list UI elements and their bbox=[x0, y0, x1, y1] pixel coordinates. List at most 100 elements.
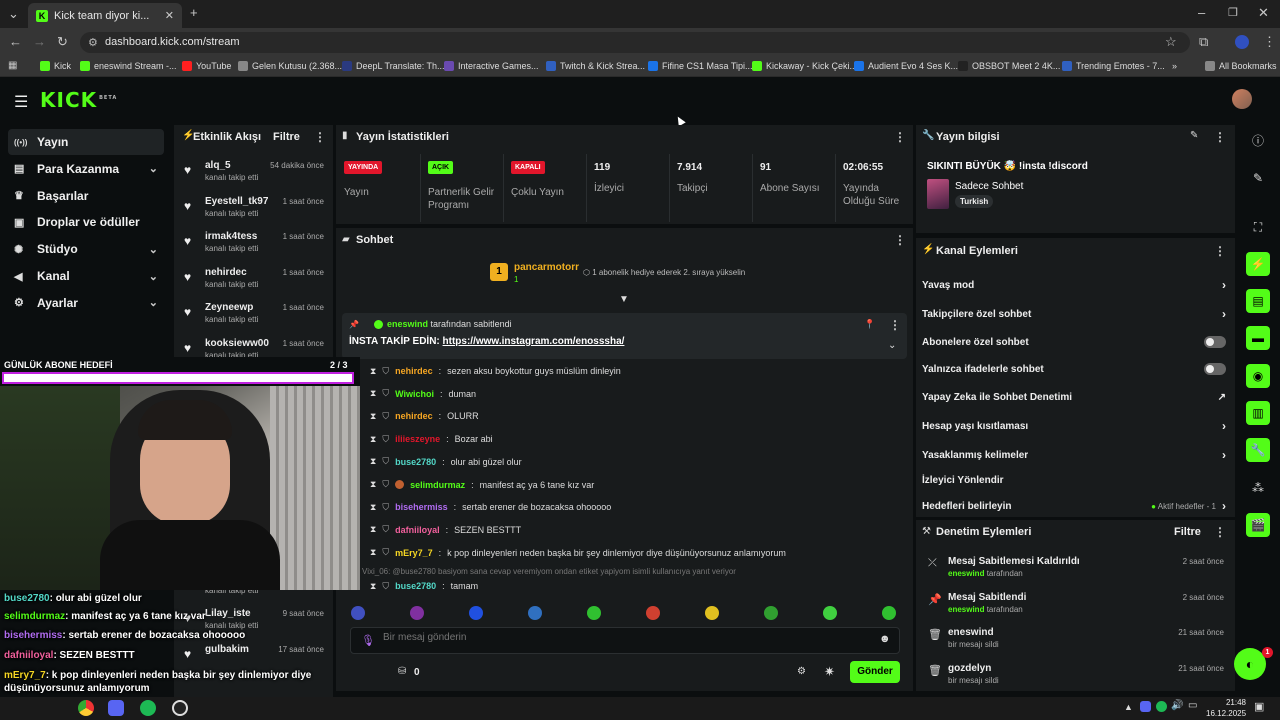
minimize-icon[interactable]: – bbox=[1198, 6, 1205, 20]
channel-action-item[interactable]: İzleyici Yönlendir bbox=[922, 469, 1228, 491]
timeout-icon[interactable]: ⧗ bbox=[370, 388, 376, 399]
chat-input[interactable]: 🎙 ☻ bbox=[350, 627, 900, 654]
volume-icon[interactable]: 🔊 bbox=[1171, 700, 1183, 711]
activity-user[interactable]: Zeyneewp bbox=[205, 302, 253, 313]
restore-icon[interactable]: ❐ bbox=[1228, 6, 1238, 20]
notification-center-icon[interactable]: ▣ bbox=[1254, 700, 1264, 713]
chat-username[interactable]: bisehermiss bbox=[395, 502, 448, 512]
chat-message[interactable]: ⧗ ⛉ iliieszeyne: Bozar abi bbox=[370, 430, 493, 448]
chat-username[interactable]: iliieszeyne bbox=[395, 434, 440, 444]
timeout-icon[interactable]: ⧗ bbox=[370, 479, 376, 490]
spotify-taskbar-icon[interactable] bbox=[140, 700, 156, 716]
more-bookmarks-icon[interactable]: » bbox=[1172, 58, 1177, 74]
external-link-icon[interactable]: ↗ bbox=[1218, 392, 1226, 403]
forward-icon[interactable]: → bbox=[33, 35, 46, 49]
chat-username[interactable]: selimdurmaz bbox=[410, 480, 465, 490]
mod-shield-icon[interactable]: ⛉ bbox=[382, 479, 389, 490]
moderation-item[interactable]: 🗑 gozdelyn bir mesajı sildi 21 saat önce bbox=[922, 663, 1228, 697]
chat-message[interactable]: ⧗ ⛉ nehirdec: OLURR bbox=[370, 407, 479, 425]
chat-username[interactable]: nehirdec bbox=[395, 366, 433, 376]
address-input[interactable]: ⚙ dashboard.kick.com/stream bbox=[80, 32, 1190, 53]
toggle-switch[interactable] bbox=[1204, 363, 1226, 375]
chat-username[interactable]: nehirdec bbox=[395, 411, 433, 421]
activity-user[interactable]: alq_5 bbox=[205, 160, 231, 171]
moderator-name[interactable]: eneswind bbox=[948, 569, 984, 578]
mod-shield-icon[interactable]: ⛉ bbox=[382, 502, 389, 513]
timeout-icon[interactable]: ⧗ bbox=[370, 366, 376, 377]
expand-pinned-icon[interactable]: ⌄ bbox=[888, 340, 896, 351]
extensions-icon[interactable]: ⧉ bbox=[1199, 35, 1208, 49]
chat-message[interactable]: ⧗ ⛉ Wiwichoi: duman bbox=[370, 385, 476, 403]
activity-user[interactable]: irmak4tess bbox=[205, 231, 257, 242]
activity-user[interactable]: gulbakim bbox=[205, 644, 249, 655]
channel-action-item[interactable]: Takipçilere özel sohbet › bbox=[922, 303, 1228, 325]
chat-username[interactable]: buse2780 bbox=[395, 457, 436, 467]
bookmark-item[interactable]: DeepL Translate: Th... bbox=[342, 58, 445, 74]
timeout-icon[interactable]: ⧗ bbox=[370, 434, 376, 445]
browser-tab[interactable]: K Kick team diyor ki... ✕ bbox=[28, 3, 182, 28]
discord-taskbar-icon[interactable] bbox=[108, 700, 124, 716]
mod-shield-icon[interactable]: ⛉ bbox=[382, 581, 389, 592]
stream-category[interactable]: Sadece Sohbet bbox=[955, 181, 1023, 192]
timeout-icon[interactable]: ⧗ bbox=[370, 547, 376, 558]
activity-item[interactable]: ♥ irmak4tess kanalı takip etti 1 saat önce bbox=[180, 231, 330, 267]
bookmark-item[interactable]: Trending Emotes - 7... bbox=[1062, 58, 1165, 74]
channel-action-item[interactable]: Yalnızca ifadelerle sohbet bbox=[922, 358, 1228, 380]
obs-taskbar-icon[interactable] bbox=[172, 700, 188, 716]
stats-more-icon[interactable]: ⋮ bbox=[894, 130, 906, 144]
chat-message[interactable]: ⧗ ⛉ dafniiloyal: SEZEN BESTTT bbox=[370, 521, 521, 539]
user-avatar[interactable] bbox=[1232, 89, 1252, 109]
tray-discord-icon[interactable] bbox=[1140, 701, 1151, 712]
tab-close-icon[interactable]: ✕ bbox=[165, 9, 174, 22]
unpin-button-icon[interactable]: 📍 bbox=[864, 319, 875, 330]
channel-action-item[interactable]: Yasaklanmış kelimeler › bbox=[922, 444, 1228, 466]
emote-icon[interactable] bbox=[823, 606, 837, 620]
notes-icon[interactable]: ▤ bbox=[1246, 289, 1270, 313]
bookmark-item[interactable]: YouTube bbox=[182, 58, 231, 74]
mod-shield-icon[interactable]: ⛉ bbox=[382, 411, 389, 422]
sidebar-item-1[interactable]: ▤ Para Kazanma ⌄ bbox=[8, 156, 164, 182]
emote-icon[interactable] bbox=[469, 606, 483, 620]
moderation-item[interactable]: 📌 Mesaj Sabitlendi eneswind tarafından 2 sa… bbox=[922, 592, 1228, 626]
channel-action-item[interactable]: Hedefleri belirleyin ● Aktif hedefler - 1… bbox=[922, 495, 1228, 517]
sidebar-item-3[interactable]: ▣ Droplar ve ödüller bbox=[8, 209, 164, 235]
new-tab-icon[interactable]: + bbox=[190, 6, 198, 20]
bookmark-item[interactable]: Interactive Games... bbox=[444, 58, 539, 74]
moderator-name[interactable]: eneswind bbox=[948, 605, 984, 614]
timeout-icon[interactable]: ⧗ bbox=[370, 411, 376, 422]
chat-username[interactable]: Wiwichoi bbox=[395, 389, 434, 399]
tools-icon[interactable]: 🔧 bbox=[1246, 438, 1270, 462]
channel-action-item[interactable]: Hesap yaşı kısıtlaması › bbox=[922, 415, 1228, 437]
bookmark-item[interactable]: Audient Evo 4 Ses K... bbox=[854, 58, 958, 74]
activity-item[interactable]: ♥ Eyestell_tk97 kanalı takip etti 1 saat ön… bbox=[180, 196, 330, 232]
chevron-right-icon[interactable]: › bbox=[1222, 419, 1226, 433]
chrome-taskbar-icon[interactable] bbox=[78, 700, 94, 716]
taskbar-clock[interactable]: 21:48 16.12.2025 bbox=[1206, 697, 1246, 719]
mod-shield-icon[interactable]: ⛉ bbox=[382, 524, 389, 535]
timeout-icon[interactable]: ⧗ bbox=[370, 524, 376, 535]
collapse-bar-icon[interactable]: ▼ bbox=[619, 294, 629, 305]
back-icon[interactable]: ← bbox=[9, 35, 22, 49]
top-gifter-name[interactable]: pancarmotorr bbox=[514, 262, 579, 273]
chat-icon[interactable]: ▬ bbox=[1246, 326, 1270, 350]
emote-icon[interactable] bbox=[410, 606, 424, 620]
chat-message[interactable]: ⧗ ⛉ bisehermiss: sertab erener de bozacaksa… bbox=[370, 498, 611, 516]
moderation-item[interactable]: 🗑 eneswind bir mesajı sildi 21 saat önce bbox=[922, 627, 1228, 661]
emote-icon[interactable] bbox=[646, 606, 660, 620]
browser-menu-icon[interactable]: ⋮ bbox=[1263, 35, 1276, 49]
emote-icon[interactable] bbox=[764, 606, 778, 620]
chat-message[interactable]: ⧗ ⛉ selimdurmaz: manifest aç ya 6 tane kız … bbox=[370, 476, 594, 494]
activity-user[interactable]: Lilay_iste bbox=[205, 608, 251, 619]
tray-spotify-icon[interactable] bbox=[1156, 701, 1167, 712]
chevron-down-icon[interactable]: ⌄ bbox=[149, 296, 158, 309]
chevron-down-icon[interactable]: ⌄ bbox=[149, 162, 158, 175]
hamburger-menu-icon[interactable]: ☰ bbox=[14, 92, 28, 112]
chat-message[interactable]: ⧗ ⛉ mEry7_7: k pop dinleyenleri neden başka… bbox=[370, 544, 786, 562]
emote-icon[interactable] bbox=[882, 606, 896, 620]
chat-actions-icon[interactable]: ✷ bbox=[824, 664, 835, 680]
chevron-right-icon[interactable]: › bbox=[1222, 448, 1226, 462]
chat-input-field[interactable] bbox=[383, 632, 863, 643]
category-thumbnail[interactable] bbox=[927, 179, 949, 209]
chevron-right-icon[interactable]: › bbox=[1222, 499, 1226, 513]
bookmark-item[interactable]: Twitch & Kick Strea... bbox=[546, 58, 645, 74]
